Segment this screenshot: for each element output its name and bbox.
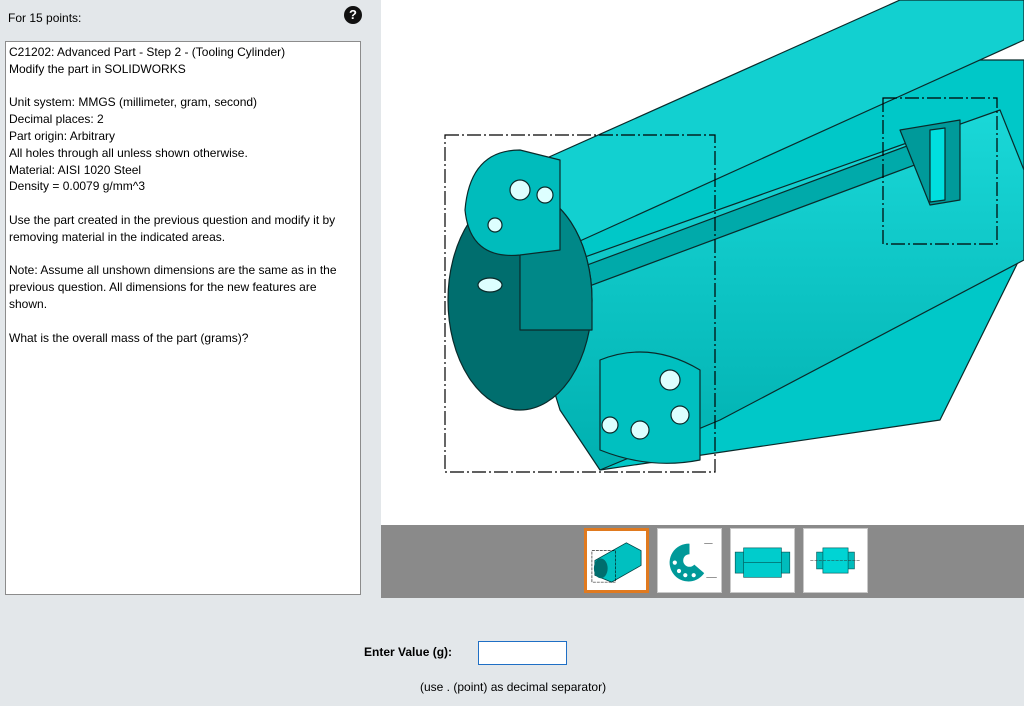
question-line: Note: Assume all unshown dimensions are … [9,263,337,311]
answer-label: Enter Value (g): [364,645,453,659]
question-paragraph: Note: Assume all unshown dimensions are … [9,262,357,312]
question-line: C21202: Advanced Part - Step 2 - (Toolin… [9,45,286,59]
question-paragraph: What is the overall mass of the part (gr… [9,330,357,347]
question-line: Unit system: MMGS (millimeter, gram, sec… [9,95,258,110]
part-image-viewer [381,0,1024,525]
question-line: Density = 0.0079 g/mm^3 [9,179,146,194]
question-line: Material: AISI 1020 Steel [9,162,142,177]
thumbnail-side-view-small[interactable] [803,528,868,593]
answer-input[interactable] [478,641,567,665]
decimal-separator-hint: (use . (point) as decimal separator) [420,680,607,694]
question-line: Part origin: Arbitrary [9,128,116,143]
thumbnail-isometric-view[interactable] [584,528,649,593]
thumbnail-side-view[interactable] [730,528,795,593]
answer-row: Enter Value (g): [0,640,1024,668]
question-line: Decimal places: 2 [9,112,104,127]
question-line: What is the overall mass of the part (gr… [9,330,249,345]
points-label: For 15 points: [8,11,82,25]
thumbnail-end-view-drawing[interactable] [657,528,722,593]
question-paragraph: C21202: Advanced Part - Step 2 - (Toolin… [9,44,357,78]
thumbnail-strip [381,525,1024,598]
question-line: Modify the part in SOLIDWORKS [9,61,186,76]
question-paragraph: Unit system: MMGS (millimeter, gram, sec… [9,94,357,195]
question-circle-icon[interactable]: ? [344,6,362,24]
question-line: Use the part created in the previous que… [9,212,336,244]
question-text-box[interactable]: C21202: Advanced Part - Step 2 - (Toolin… [5,41,361,595]
tooling-cylinder-image [444,0,1024,473]
question-paragraph: Use the part created in the previous que… [9,212,357,246]
question-line: All holes through all unless shown other… [9,145,248,160]
